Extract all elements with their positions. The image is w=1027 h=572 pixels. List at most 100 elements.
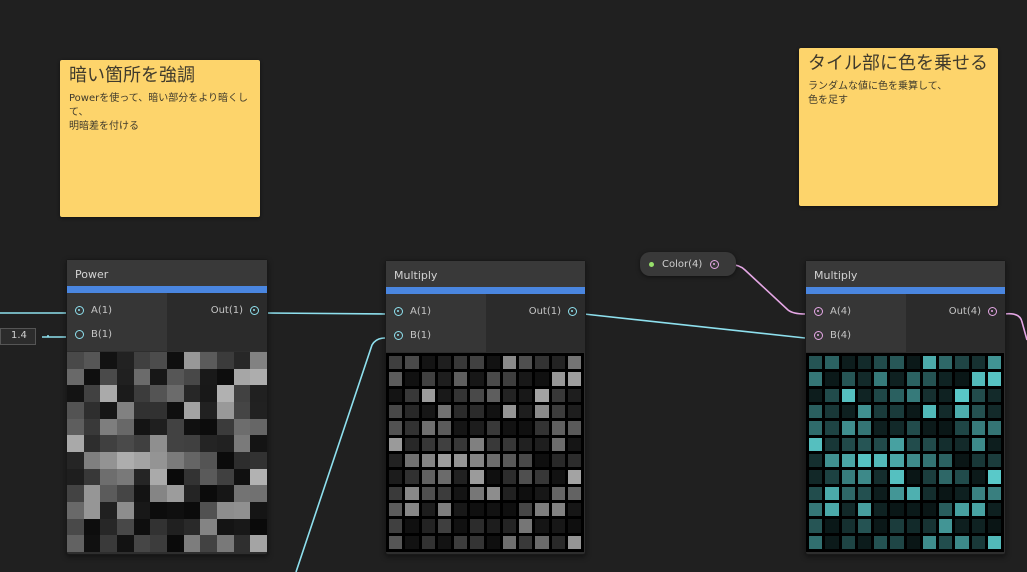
preview-tile (857, 470, 871, 484)
node-title[interactable]: Power (67, 260, 267, 286)
sticky-note-darken[interactable]: 暗い箇所を強調 Powerを使って、暗い部分をより暗くして、 明暗差を付ける (60, 60, 260, 217)
preview-tile (216, 485, 234, 502)
preview-tile (825, 388, 839, 402)
input-port-icon[interactable] (75, 329, 84, 339)
preview-tile (116, 535, 134, 552)
port-a[interactable]: A(1) (67, 298, 167, 322)
port-a[interactable]: A(4) (806, 299, 906, 323)
input-port-icon[interactable] (814, 306, 823, 316)
preview-tile (67, 352, 84, 369)
preview-tile (890, 502, 904, 517)
preview-tile (535, 519, 549, 533)
preview-tile (809, 388, 823, 402)
preview-tile (389, 388, 403, 402)
preview-tile (250, 418, 267, 436)
preview-tile (955, 502, 969, 517)
preview-tile (955, 437, 969, 451)
preview-tile (166, 535, 184, 552)
preview-tile (567, 437, 581, 451)
output-port-icon[interactable] (568, 306, 577, 316)
preview-tile (551, 502, 565, 517)
preview-tile (470, 519, 484, 533)
preview-tile (971, 388, 985, 402)
note-body: ランダムな値に色を乗算して、 色を足す (808, 81, 948, 106)
preview-tile (841, 388, 855, 402)
preview-tile (874, 404, 888, 419)
preview-tile (166, 485, 184, 502)
preview-tile (567, 404, 581, 419)
preview-tile (421, 372, 435, 386)
preview-tile (250, 518, 267, 536)
preview-tile (551, 453, 565, 468)
output-port-icon[interactable] (988, 306, 997, 316)
node-title[interactable]: Multiply (386, 261, 585, 287)
port-a[interactable]: A(1) (386, 299, 486, 323)
power-b-value-field[interactable]: 1.4 (0, 328, 36, 345)
preview-tile (502, 519, 516, 533)
preview-tile (567, 372, 581, 386)
preview-tile (437, 535, 451, 549)
preview-tile (939, 356, 953, 370)
preview-tile (454, 470, 468, 484)
preview-tile (890, 519, 904, 533)
preview-tile (83, 401, 101, 419)
node-title[interactable]: Multiply (806, 261, 1005, 287)
port-out[interactable]: Out(1) (167, 298, 267, 322)
preview-tile (389, 535, 403, 549)
preview-tile (955, 470, 969, 484)
preview-tile (502, 453, 516, 468)
preview-tile (971, 453, 985, 468)
preview-tile (955, 535, 969, 549)
port-label: Out(4) (948, 305, 981, 317)
preview-tile (166, 451, 184, 469)
preview-tile (551, 372, 565, 386)
preview-tile (405, 519, 419, 533)
input-port-icon[interactable] (75, 305, 84, 315)
output-port-icon[interactable] (250, 305, 259, 315)
preview-tile (922, 502, 936, 517)
input-port-icon[interactable] (394, 306, 403, 316)
preview-tile (535, 388, 549, 402)
preview-tile (971, 502, 985, 517)
preview-tile (519, 519, 533, 533)
port-out[interactable]: Out(4) (906, 299, 1006, 323)
preview-tile (216, 535, 234, 552)
preview-tile (454, 421, 468, 435)
preview-tile (200, 501, 217, 519)
preview-tile (987, 421, 1001, 435)
input-port-icon[interactable] (394, 330, 403, 340)
preview-tile (971, 372, 985, 386)
preview-tile (216, 352, 234, 369)
preview-tile (454, 486, 468, 500)
preview-tile (250, 501, 267, 519)
preview-tile (486, 388, 500, 402)
port-b[interactable]: B(1) (67, 322, 167, 346)
port-out[interactable]: Out(1) (486, 299, 586, 323)
preview-tile (890, 404, 904, 419)
note-body: Powerを使って、暗い部分をより暗くして、 明暗差を付ける (69, 93, 249, 132)
output-port-icon[interactable] (710, 259, 720, 269)
preview-tile (454, 519, 468, 533)
input-port-icon[interactable] (814, 330, 823, 340)
preview-tile (389, 404, 403, 419)
port-label: Out(1) (210, 304, 243, 316)
preview-tile (551, 421, 565, 435)
preview-tile (133, 485, 151, 502)
color-property-node[interactable]: Color(4) (640, 252, 736, 276)
preview-tile (502, 470, 516, 484)
preview-tile (166, 368, 184, 386)
preview-tile (166, 501, 184, 519)
preview-tile (906, 372, 920, 386)
preview-tile (389, 470, 403, 484)
sticky-note-tile-color[interactable]: タイル部に色を乗せる ランダムな値に色を乗算して、 色を足す (799, 48, 998, 206)
port-b[interactable]: B(4) (806, 323, 906, 347)
preview-tile (567, 535, 581, 549)
preview-tile (955, 372, 969, 386)
preview-tile (150, 535, 167, 552)
property-label: Color(4) (662, 258, 703, 270)
preview-tile (841, 470, 855, 484)
preview-tile (874, 486, 888, 500)
preview-tile (421, 404, 435, 419)
port-b[interactable]: B(1) (386, 323, 486, 347)
preview-tile (922, 535, 936, 549)
